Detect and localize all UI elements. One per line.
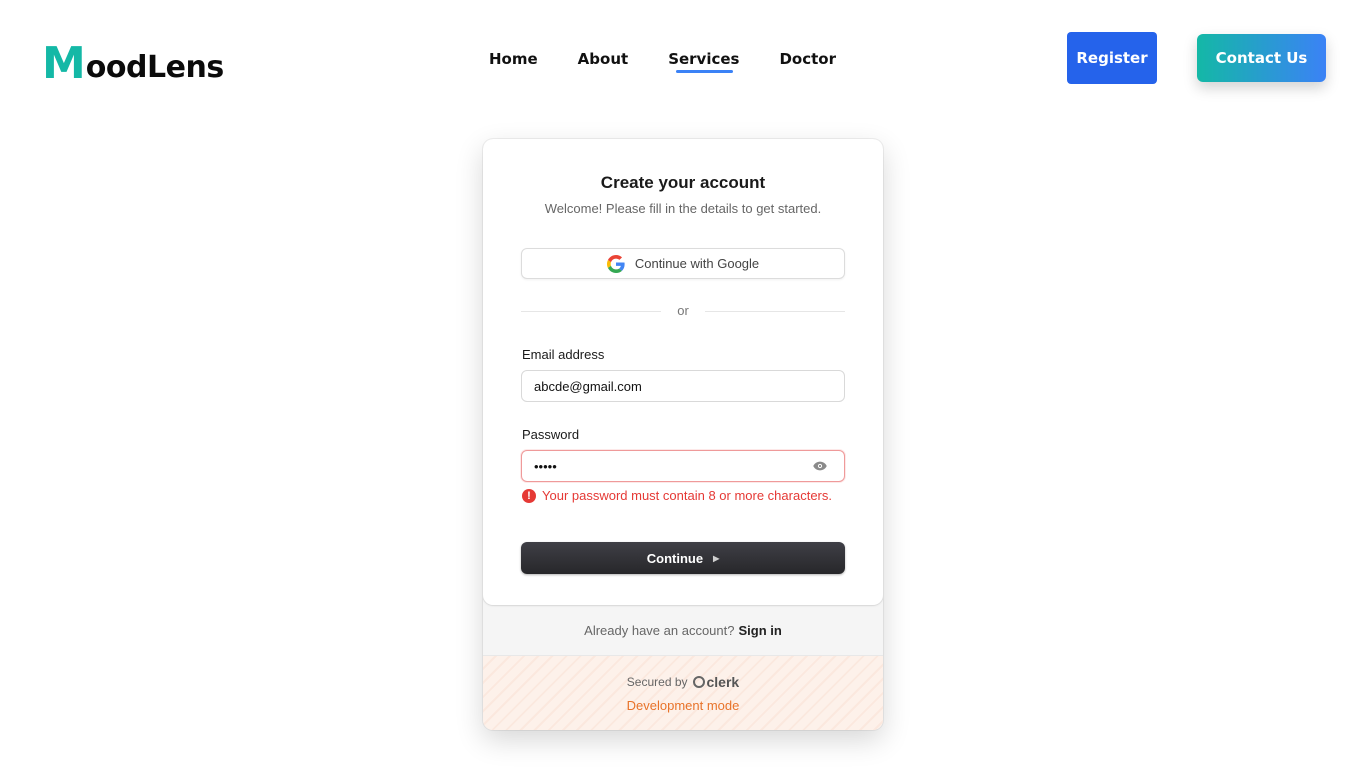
- secured-by-text: Secured by: [626, 675, 688, 689]
- signin-prompt: Already have an account?: [584, 622, 735, 638]
- password-field[interactable]: [521, 450, 845, 482]
- password-label: Password: [522, 427, 580, 442]
- show-password-icon[interactable]: [813, 461, 827, 471]
- card-subtitle: Welcome! Please fill in the details to g…: [544, 201, 822, 216]
- google-button-label: Continue with Google: [634, 256, 760, 271]
- secured-footer: Secured by clerk Development mode: [483, 655, 883, 730]
- password-error-text: Your password must contain 8 or more cha…: [542, 488, 832, 503]
- email-field[interactable]: [521, 370, 845, 402]
- continue-button[interactable]: Continue ▶: [521, 542, 845, 574]
- nav-item-services[interactable]: Services: [668, 49, 739, 73]
- main-nav: Home About Services Doctor: [489, 49, 876, 73]
- contact-us-button[interactable]: Contact Us: [1197, 34, 1326, 82]
- development-mode-badge: Development mode: [626, 698, 740, 713]
- google-icon: [606, 254, 625, 273]
- brand-logo[interactable]: M oodLens: [42, 38, 224, 89]
- error-icon: !: [522, 488, 536, 503]
- nav-item-doctor[interactable]: Doctor: [779, 49, 836, 69]
- nav-item-home[interactable]: Home: [489, 49, 538, 69]
- card-title: Create your account: [600, 173, 766, 192]
- continue-with-google-button[interactable]: Continue with Google: [521, 248, 845, 279]
- logo-initial: M: [42, 38, 86, 89]
- clerk-logo[interactable]: clerk: [692, 674, 740, 690]
- secured-by-row: Secured by clerk: [483, 674, 883, 690]
- signup-form: Create your account Welcome! Please fill…: [483, 139, 883, 605]
- email-label: Email address: [522, 347, 605, 362]
- divider-line-right: [705, 311, 845, 312]
- signup-card: Create your account Welcome! Please fill…: [483, 139, 883, 730]
- sign-in-link[interactable]: Sign in: [738, 623, 781, 638]
- logo-text: oodLens: [85, 50, 224, 85]
- or-divider: or: [521, 303, 845, 321]
- clerk-icon: [692, 676, 705, 688]
- continue-button-label: Continue: [646, 550, 704, 566]
- register-button[interactable]: Register: [1067, 32, 1157, 84]
- nav-item-about[interactable]: About: [578, 49, 629, 69]
- clerk-brand-text: clerk: [706, 674, 740, 690]
- play-arrow-icon: ▶: [713, 553, 720, 563]
- signin-footer: Already have an account? Sign in: [483, 605, 883, 655]
- password-error: ! Your password must contain 8 or more c…: [522, 488, 832, 503]
